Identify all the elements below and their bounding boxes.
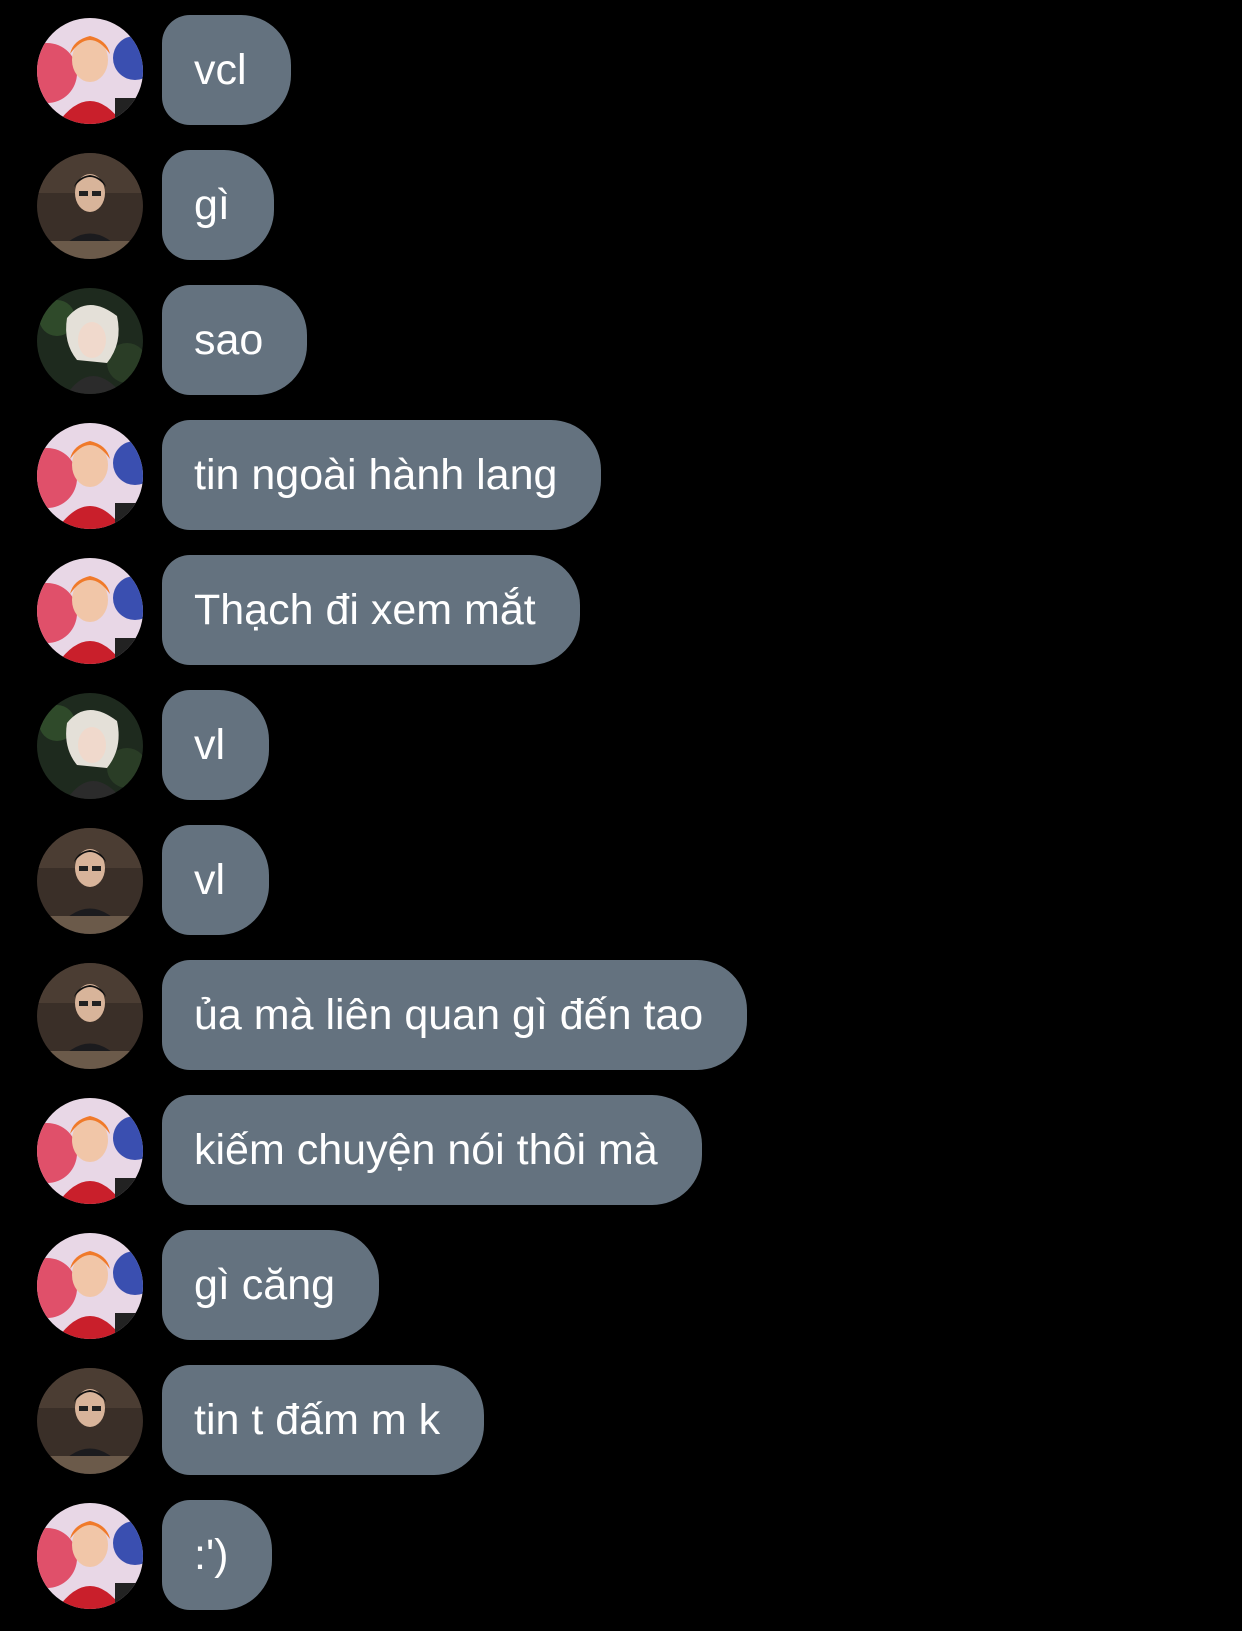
avatar-dark-glasses-icon[interactable]: [37, 153, 143, 259]
message-row: sao: [0, 285, 1242, 395]
message-bubble[interactable]: tin t đấm m k: [162, 1365, 485, 1475]
message-bubble[interactable]: vl: [162, 690, 270, 800]
message-bubble[interactable]: vl: [162, 825, 270, 935]
message-row: vcl: [0, 15, 1242, 125]
message-row: gì: [0, 150, 1242, 260]
avatar-orange-hair-icon[interactable]: [37, 423, 143, 529]
avatar-dark-glasses-icon[interactable]: [37, 1368, 143, 1474]
avatar-white-hair-icon[interactable]: [37, 693, 143, 799]
message-row: Thạch đi xem mắt: [0, 555, 1242, 665]
avatar-white-hair-icon[interactable]: [37, 288, 143, 394]
message-row: vl: [0, 825, 1242, 935]
message-row: tin ngoài hành lang: [0, 420, 1242, 530]
avatar-dark-glasses-icon[interactable]: [37, 828, 143, 934]
message-row: kiếm chuyện nói thôi mà: [0, 1095, 1242, 1205]
message-bubble[interactable]: tin ngoài hành lang: [162, 420, 602, 530]
message-bubble[interactable]: vcl: [162, 15, 291, 125]
message-thread: vcl gì sao tin ngoài hành lang Thạch đi …: [0, 0, 1242, 1631]
message-bubble[interactable]: kiếm chuyện nói thôi mà: [162, 1095, 702, 1205]
message-row: :'): [0, 1500, 1242, 1610]
avatar-dark-glasses-icon[interactable]: [37, 963, 143, 1069]
message-row: tin t đấm m k: [0, 1365, 1242, 1475]
avatar-orange-hair-icon[interactable]: [37, 558, 143, 664]
message-bubble[interactable]: :'): [162, 1500, 273, 1610]
avatar-orange-hair-icon[interactable]: [37, 18, 143, 124]
message-bubble[interactable]: gì căng: [162, 1230, 380, 1340]
message-bubble[interactable]: Thạch đi xem mắt: [162, 555, 580, 665]
message-row: vl: [0, 690, 1242, 800]
avatar-orange-hair-icon[interactable]: [37, 1098, 143, 1204]
message-bubble[interactable]: gì: [162, 150, 274, 260]
avatar-orange-hair-icon[interactable]: [37, 1233, 143, 1339]
message-row: gì căng: [0, 1230, 1242, 1340]
message-bubble[interactable]: ủa mà liên quan gì đến tao: [162, 960, 748, 1070]
message-bubble[interactable]: sao: [162, 285, 308, 395]
message-row: ủa mà liên quan gì đến tao: [0, 960, 1242, 1070]
avatar-orange-hair-icon[interactable]: [37, 1503, 143, 1609]
